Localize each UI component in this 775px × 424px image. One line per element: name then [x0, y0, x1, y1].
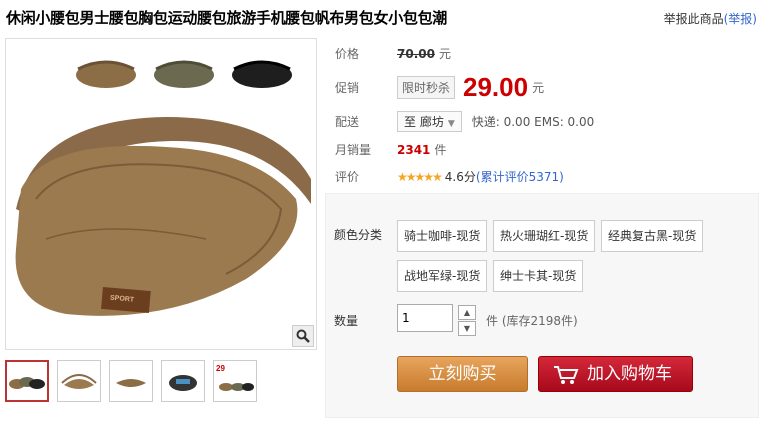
color-option-army-green[interactable]: 战地军绿-现货 [397, 260, 488, 292]
rating-label: 评价 [335, 170, 360, 184]
rating-score: 4.6分 [444, 170, 476, 184]
original-price: 70.00 [397, 46, 435, 61]
add-to-cart-button[interactable]: 加入购物车 [538, 356, 693, 392]
thumbnail-price-badge: 29 [216, 364, 225, 373]
flash-sale-tag: 限时秒杀 [397, 76, 456, 99]
report-link[interactable]: (举报) [724, 12, 757, 26]
sales-label: 月销量 [335, 143, 372, 157]
thumbnail-3[interactable] [109, 360, 153, 402]
report-product: 举报此商品(举报) [664, 10, 757, 27]
green-bag-small [154, 60, 214, 88]
promo-price: 29.00 [463, 72, 529, 102]
promo-label: 促销 [335, 81, 360, 95]
magnifier-icon [296, 329, 310, 343]
delivery-label: 配送 [335, 115, 360, 129]
monthly-sales-count: 2341 [397, 142, 431, 157]
delivery-row: 配送 至 廊坊 ▼ 快递: 0.00 EMS: 0.00 [335, 111, 594, 132]
reviews-link[interactable]: (累计评价5371) [476, 168, 564, 185]
waist-bag-illustration: SPORT [15, 60, 311, 316]
coffee-bag-small [76, 60, 136, 88]
chevron-down-icon: ▼ [463, 324, 471, 333]
quantity-input[interactable] [397, 304, 453, 332]
color-option-khaki[interactable]: 绅士卡其-现货 [493, 260, 584, 292]
color-option-coral-red[interactable]: 热火珊瑚红-现货 [493, 220, 596, 252]
promo-row: 促销 限时秒杀 29.00 元 [335, 72, 544, 103]
price-label: 价格 [335, 47, 360, 61]
thumbnail-5[interactable]: 29 [213, 360, 257, 402]
destination-select[interactable]: 至 廊坊 ▼ [397, 111, 462, 132]
color-label: 颜色分类 [334, 228, 383, 242]
quantity-decrease-button[interactable]: ▼ [458, 321, 476, 336]
black-bag-small [232, 60, 292, 88]
sales-unit: 件 [434, 143, 447, 157]
report-text: 举报此商品 [663, 12, 724, 26]
zoom-button[interactable] [292, 325, 314, 347]
sales-row: 月销量 2341 件 [335, 141, 446, 158]
promo-price-unit: 元 [532, 81, 545, 95]
product-title: 休闲小腰包男士腰包胸包运动腰包旅游手机腰包帆布男包女小包包潮 [6, 9, 448, 27]
main-product-image[interactable]: SPORT [5, 38, 317, 350]
chevron-up-icon: ▲ [463, 308, 471, 317]
chevron-down-icon: ▼ [447, 119, 455, 129]
thumbnail-4[interactable] [161, 360, 205, 402]
thumbnail-strip: 29 [5, 360, 257, 402]
price-row: 价格 70.00 元 [335, 45, 451, 62]
sku-selection-panel: 颜色分类 骑士咖啡-现货 热火珊瑚红-现货 经典复古黑-现货 战地军绿-现货 绅… [325, 193, 759, 418]
add-to-cart-label: 加入购物车 [587, 364, 672, 384]
destination-value: 至 廊坊 [404, 115, 444, 129]
rating-row: 评价 ★★★★★ 4.6分 (累计评价5371) [335, 168, 564, 185]
thumbnail-2[interactable] [57, 360, 101, 402]
price-unit: 元 [438, 47, 451, 61]
stock-info: 件 (库存2198件) [486, 314, 578, 328]
color-option-knight-coffee[interactable]: 骑士咖啡-现货 [397, 220, 488, 252]
star-rating-icon: ★★★★★ [397, 169, 443, 184]
buy-now-button[interactable]: 立刻购买 [397, 356, 528, 392]
shipping-fees: 快递: 0.00 EMS: 0.00 [471, 115, 595, 129]
shopping-cart-icon [554, 366, 579, 384]
color-option-classic-black[interactable]: 经典复古黑-现货 [601, 220, 704, 252]
thumbnail-1[interactable] [5, 360, 49, 402]
quantity-increase-button[interactable]: ▲ [458, 305, 476, 320]
quantity-label: 数量 [334, 314, 359, 328]
